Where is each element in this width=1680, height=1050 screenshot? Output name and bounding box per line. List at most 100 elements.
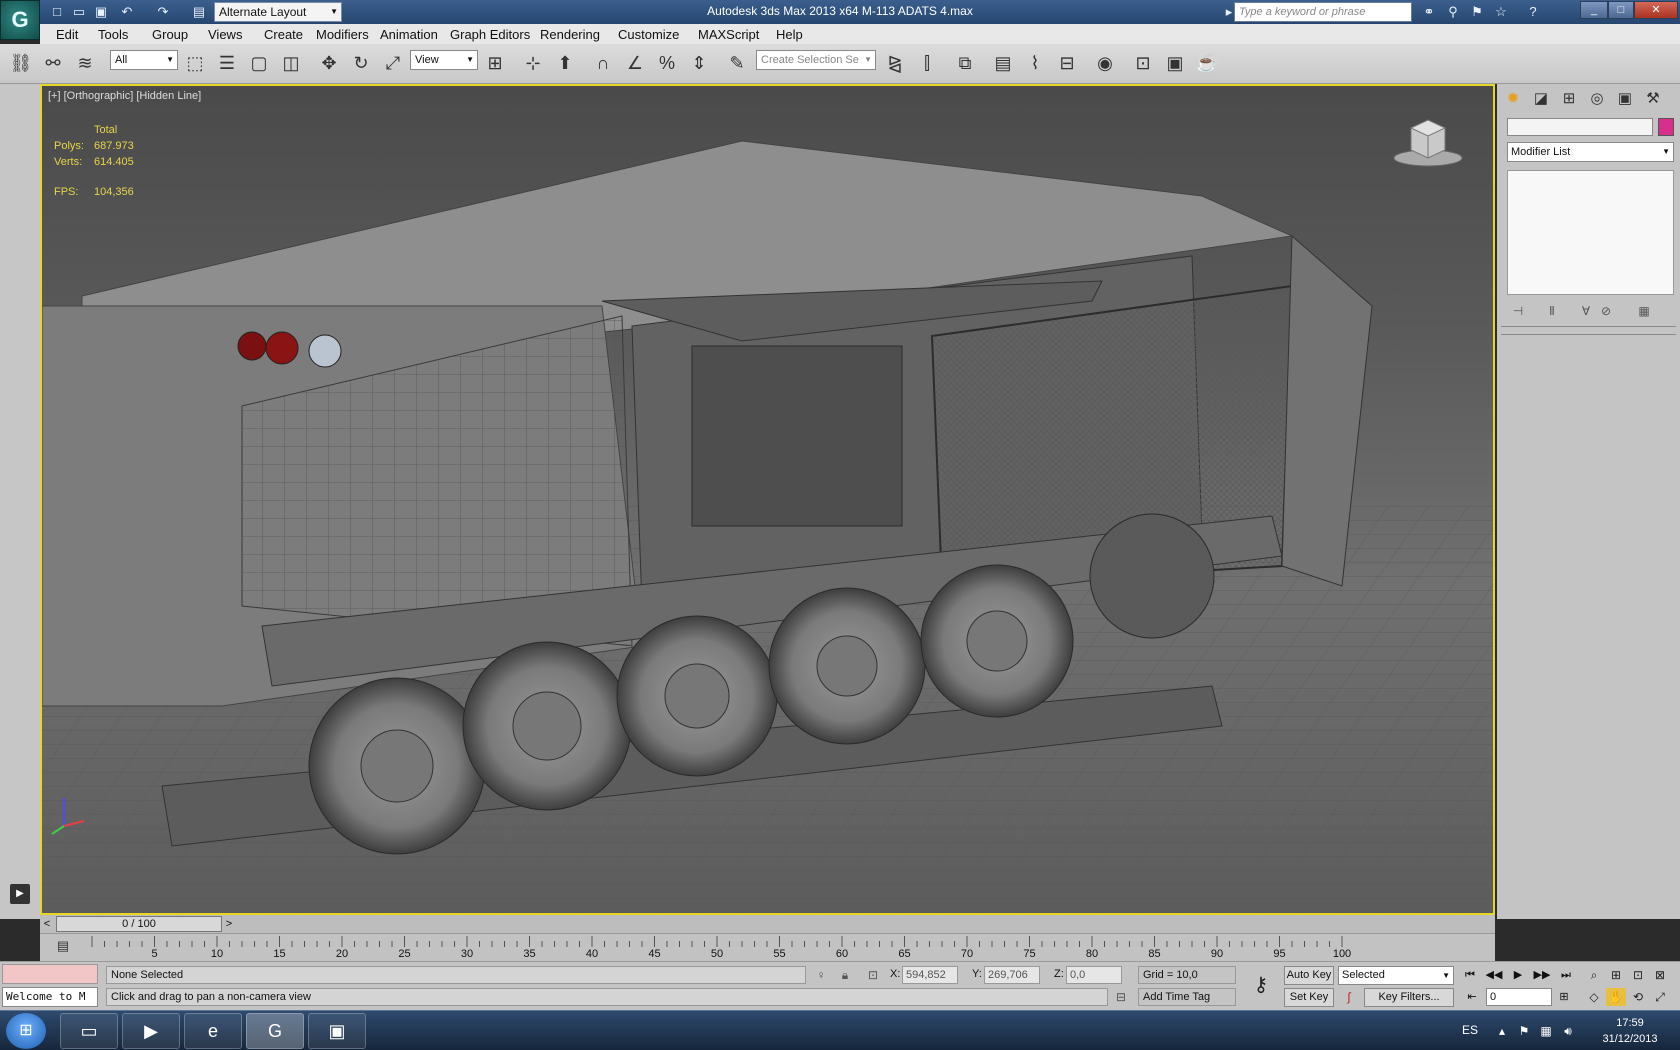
object-name-input[interactable] (1507, 118, 1653, 136)
field-of-view-icon[interactable]: ◇ (1584, 988, 1604, 1006)
project-folder-icon[interactable]: ▤ (190, 3, 208, 21)
menu-customize[interactable]: Customize (618, 27, 679, 42)
scene-explorer-icon[interactable]: ▤ (990, 50, 1016, 76)
show-hidden-icons-icon[interactable]: ▴ (1494, 1023, 1510, 1039)
close-button[interactable]: ✕ (1634, 1, 1678, 19)
save-icon[interactable]: ▣ (92, 3, 110, 21)
pan-view-icon[interactable]: ✋ (1606, 988, 1626, 1006)
scale-icon[interactable]: ⤢ (380, 50, 406, 76)
time-slider-thumb[interactable]: 0 / 100 (56, 916, 222, 932)
render-setup-icon[interactable]: ⊡ (1130, 50, 1156, 76)
language-indicator[interactable]: ES (1462, 1023, 1478, 1037)
mirror-icon[interactable]: ⧎ (882, 50, 908, 76)
undo-icon[interactable]: ↶ (118, 3, 136, 21)
schematic-view-icon[interactable]: ⊟ (1054, 50, 1080, 76)
menu-modifiers[interactable]: Modifiers (316, 27, 369, 42)
previous-frame-icon[interactable]: < (40, 916, 54, 932)
layer-manager-icon[interactable]: ⧉ (952, 50, 978, 76)
move-icon[interactable]: ✥ (316, 50, 342, 76)
align-icon[interactable]: ⫿ (914, 50, 940, 76)
keyboard-shortcut-override-icon[interactable]: ⬆ (552, 50, 578, 76)
key-filters-button[interactable]: Key Filters... (1364, 988, 1454, 1007)
modifier-stack[interactable] (1507, 170, 1674, 295)
key-mode-toggle-icon[interactable]: ⇤ (1462, 988, 1482, 1006)
render-production-icon[interactable]: ☕ (1194, 50, 1220, 76)
maximize-viewport-icon[interactable]: ⤢ (1650, 988, 1670, 1006)
key-mode-dropdown[interactable]: Selected ▼ (1338, 966, 1454, 985)
remote-desktop-taskbar-icon[interactable]: ▣ (308, 1013, 366, 1049)
explorer-taskbar-icon[interactable]: ▭ (60, 1013, 118, 1049)
set-key-icon[interactable]: ⚷ (1244, 970, 1278, 1000)
bind-space-warp-icon[interactable]: ≋ (72, 50, 98, 76)
next-frame-icon[interactable]: > (222, 916, 236, 932)
volume-icon[interactable]: 🔊︎ (1560, 1023, 1576, 1039)
favorites-star-icon[interactable]: ☆ (1492, 3, 1510, 21)
help-icon[interactable]: ? (1524, 3, 1542, 21)
maxscript-listener-output[interactable] (2, 964, 98, 984)
action-center-flag-icon[interactable]: ⚑ (1516, 1023, 1532, 1039)
system-clock[interactable]: 17:59 31/12/2013 (1590, 1015, 1670, 1047)
next-key-icon[interactable]: ▶▶ (1532, 966, 1552, 984)
x-coordinate-field[interactable]: 594,852 (902, 966, 958, 984)
orbit-icon[interactable]: ⟲ (1628, 988, 1648, 1006)
create-tab-icon[interactable]: ✹ (1501, 88, 1525, 110)
auto-key-button[interactable]: Auto Key (1284, 966, 1334, 985)
zoom-extents-icon[interactable]: ⊡ (1628, 966, 1648, 984)
edit-named-selection-icon[interactable]: ✎ (724, 50, 750, 76)
current-frame-field[interactable]: 0 (1486, 988, 1552, 1006)
select-object-icon[interactable]: ⬚ (182, 50, 208, 76)
go-to-start-icon[interactable]: ⏮ (1460, 966, 1480, 984)
snaps-toggle-icon[interactable]: ∩ (590, 50, 616, 76)
material-editor-icon[interactable]: ◉ (1092, 50, 1118, 76)
hierarchy-tab-icon[interactable]: ⊞ (1557, 88, 1581, 110)
angle-snap-icon[interactable]: ∠ (622, 50, 648, 76)
rendered-frame-window-icon[interactable]: ▣ (1162, 50, 1188, 76)
menu-graph-editors[interactable]: Graph Editors (450, 27, 530, 42)
time-slider[interactable]: < 0 / 100 > (40, 915, 1495, 933)
named-selection-dropdown[interactable]: Create Selection Se ▼ (756, 50, 876, 70)
track-bar[interactable]: ▤ 5 10 15 20 25 30 35 40 45 50 55 60 65 70 75 80 85 90 95 1… (40, 933, 1495, 961)
viewport-label[interactable]: [+] [Orthographic] [Hidden Line] (48, 90, 201, 102)
menu-maxscript[interactable]: MAXScript (698, 27, 759, 42)
mini-listener-toggle-icon[interactable]: ▶ (10, 884, 30, 904)
binoculars-icon[interactable]: ⚭ (1420, 3, 1438, 21)
viewcube-icon[interactable] (1393, 116, 1463, 168)
subscription-icon[interactable]: ⚲ (1444, 3, 1462, 21)
reference-coordinate-dropdown[interactable]: View ▼ (410, 50, 478, 70)
zoom-icon[interactable]: ⌕ (1584, 966, 1604, 984)
isolate-selection-icon[interactable]: ♀ (812, 966, 830, 984)
time-tag-icon[interactable]: ⊟ (1112, 988, 1130, 1006)
spinner-snap-icon[interactable]: ⇕ (686, 50, 712, 76)
internet-explorer-taskbar-icon[interactable]: e (184, 1013, 242, 1049)
time-configuration-icon[interactable]: ⊞ (1554, 988, 1574, 1006)
menu-edit[interactable]: Edit (56, 27, 78, 42)
absolute-mode-icon[interactable]: ⊡ (864, 966, 882, 984)
viewport-orthographic[interactable]: [+] [Orthographic] [Hidden Line] Total P… (40, 84, 1495, 915)
modifier-list-dropdown[interactable]: Modifier List ▼ (1507, 142, 1674, 162)
modify-tab-icon[interactable]: ◪ (1529, 88, 1553, 110)
menu-animation[interactable]: Animation (380, 27, 438, 42)
search-input[interactable]: Type a keyword or phrase (1234, 2, 1412, 22)
window-crossing-icon[interactable]: ◫ (278, 50, 304, 76)
app-logo-icon[interactable]: G (0, 0, 40, 40)
maximize-button[interactable]: □ (1608, 1, 1634, 19)
network-icon[interactable]: ▦ (1538, 1023, 1554, 1039)
menu-views[interactable]: Views (208, 27, 242, 42)
menu-group[interactable]: Group (152, 27, 188, 42)
workspace-dropdown[interactable]: Alternate Layout ▼ (214, 2, 342, 22)
curve-editor-icon[interactable]: ⌇ (1022, 50, 1048, 76)
default-tangent-icon[interactable]: ∫ (1340, 988, 1358, 1006)
object-color-swatch[interactable] (1658, 118, 1674, 136)
open-file-icon[interactable]: ▭ (70, 3, 88, 21)
rotate-icon[interactable]: ↻ (348, 50, 374, 76)
new-file-icon[interactable]: □ (48, 3, 66, 21)
selection-filter-dropdown[interactable]: All ▼ (110, 50, 178, 70)
minimize-button[interactable]: _ (1580, 1, 1608, 19)
zoom-all-icon[interactable]: ⊞ (1606, 966, 1626, 984)
percent-snap-icon[interactable]: % (654, 50, 680, 76)
select-manipulate-icon[interactable]: ⊹ (520, 50, 546, 76)
display-tab-icon[interactable]: ▣ (1613, 88, 1637, 110)
play-icon[interactable]: ▶ (1508, 966, 1528, 984)
pivot-center-icon[interactable]: ⊞ (482, 50, 508, 76)
configure-modifier-sets-icon[interactable]: ▦ (1635, 302, 1653, 320)
